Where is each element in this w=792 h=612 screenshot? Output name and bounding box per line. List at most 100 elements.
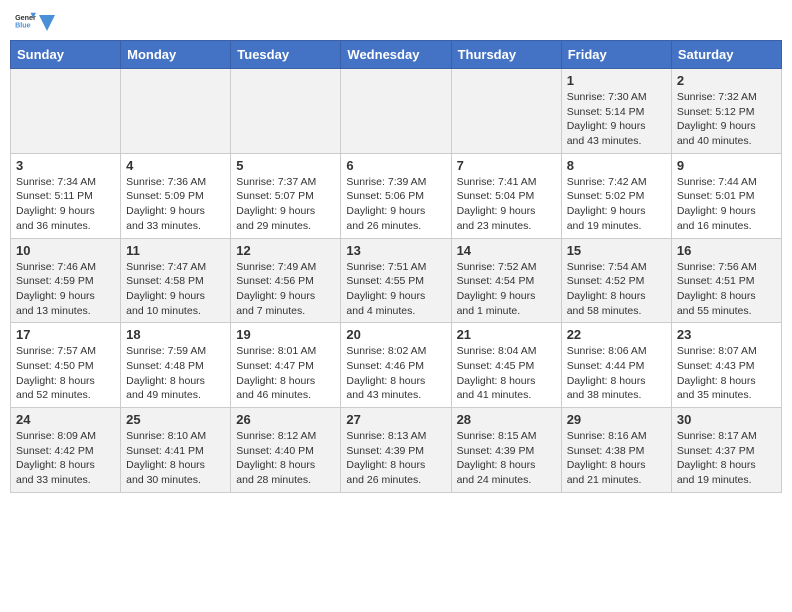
calendar-cell: 29 Sunrise: 8:16 AM Sunset: 4:38 PM Dayli… [561,408,671,493]
calendar-cell: 12Sunrise: 7:49 AM Sunset: 4:56 PM Dayli… [231,238,341,323]
calendar-cell: 1 Sunrise: 7:30 AM Sunset: 5:14 PM Daylig… [561,69,671,154]
day-info: Sunrise: 7:57 AM Sunset: 4:50 PM Dayligh… [16,344,115,403]
calendar-header-row: SundayMondayTuesdayWednesdayThursdayFrid… [11,41,782,69]
day-number: 15 [567,243,666,258]
day-info: Sunrise: 7:39 AM Sunset: 5:06 PM Dayligh… [346,175,445,234]
day-number: 7 [457,158,556,173]
day-number: 18 [126,327,225,342]
day-info: Sunrise: 7:59 AM Sunset: 4:48 PM Dayligh… [126,344,225,403]
header: General Blue [10,10,782,32]
day-number: 17 [16,327,115,342]
day-info: Sunrise: 8:06 AM Sunset: 4:44 PM Dayligh… [567,344,666,403]
day-number: 9 [677,158,776,173]
calendar-cell: 15 Sunrise: 7:54 AM Sunset: 4:52 PM Dayli… [561,238,671,323]
header-cell-thursday: Thursday [451,41,561,69]
calendar-cell [341,69,451,154]
calendar-cell: 4 Sunrise: 7:36 AM Sunset: 5:09 PM Daylig… [121,153,231,238]
day-info: Sunrise: 8:13 AM Sunset: 4:39 PM Dayligh… [346,429,445,488]
day-info: Sunrise: 8:15 AM Sunset: 4:39 PM Dayligh… [457,429,556,488]
header-cell-sunday: Sunday [11,41,121,69]
header-cell-friday: Friday [561,41,671,69]
calendar-cell: 17 Sunrise: 7:57 AM Sunset: 4:50 PM Dayli… [11,323,121,408]
calendar-cell: 2 Sunrise: 7:32 AM Sunset: 5:12 PM Daylig… [671,69,781,154]
day-number: 20 [346,327,445,342]
calendar-cell: 8 Sunrise: 7:42 AM Sunset: 5:02 PM Daylig… [561,153,671,238]
logo: General Blue [14,10,56,32]
day-number: 25 [126,412,225,427]
day-number: 14 [457,243,556,258]
calendar-cell: 10Sunrise: 7:46 AM Sunset: 4:59 PM Dayli… [11,238,121,323]
calendar-cell: 22 Sunrise: 8:06 AM Sunset: 4:44 PM Dayli… [561,323,671,408]
day-number: 23 [677,327,776,342]
calendar-cell [121,69,231,154]
calendar-cell: 14 Sunrise: 7:52 AM Sunset: 4:54 PM Dayli… [451,238,561,323]
calendar-cell: 16 Sunrise: 7:56 AM Sunset: 4:51 PM Dayli… [671,238,781,323]
header-cell-saturday: Saturday [671,41,781,69]
day-number: 30 [677,412,776,427]
day-info: Sunrise: 7:30 AM Sunset: 5:14 PM Dayligh… [567,90,666,149]
calendar-cell: 7Sunrise: 7:41 AM Sunset: 5:04 PM Daylig… [451,153,561,238]
calendar-week-5: 24 Sunrise: 8:09 AM Sunset: 4:42 PM Dayli… [11,408,782,493]
day-number: 5 [236,158,335,173]
day-info: Sunrise: 8:04 AM Sunset: 4:45 PM Dayligh… [457,344,556,403]
calendar-week-2: 3 Sunrise: 7:34 AM Sunset: 5:11 PM Daylig… [11,153,782,238]
day-info: Sunrise: 7:52 AM Sunset: 4:54 PM Dayligh… [457,260,556,319]
calendar-cell: 9 Sunrise: 7:44 AM Sunset: 5:01 PM Daylig… [671,153,781,238]
day-info: Sunrise: 8:01 AM Sunset: 4:47 PM Dayligh… [236,344,335,403]
logo-triangle [39,15,55,31]
day-info: Sunrise: 8:12 AM Sunset: 4:40 PM Dayligh… [236,429,335,488]
day-info: Sunrise: 7:34 AM Sunset: 5:11 PM Dayligh… [16,175,115,234]
day-info: Sunrise: 8:16 AM Sunset: 4:38 PM Dayligh… [567,429,666,488]
calendar-week-4: 17 Sunrise: 7:57 AM Sunset: 4:50 PM Dayli… [11,323,782,408]
calendar-table: SundayMondayTuesdayWednesdayThursdayFrid… [10,40,782,493]
day-number: 19 [236,327,335,342]
calendar-week-3: 10Sunrise: 7:46 AM Sunset: 4:59 PM Dayli… [11,238,782,323]
day-info: Sunrise: 7:54 AM Sunset: 4:52 PM Dayligh… [567,260,666,319]
calendar-cell: 11Sunrise: 7:47 AM Sunset: 4:58 PM Dayli… [121,238,231,323]
day-info: Sunrise: 7:42 AM Sunset: 5:02 PM Dayligh… [567,175,666,234]
calendar-cell: 6 Sunrise: 7:39 AM Sunset: 5:06 PM Daylig… [341,153,451,238]
day-info: Sunrise: 7:36 AM Sunset: 5:09 PM Dayligh… [126,175,225,234]
day-number: 22 [567,327,666,342]
day-number: 26 [236,412,335,427]
header-cell-monday: Monday [121,41,231,69]
day-number: 11 [126,243,225,258]
day-info: Sunrise: 7:44 AM Sunset: 5:01 PM Dayligh… [677,175,776,234]
day-number: 4 [126,158,225,173]
calendar-cell: 25 Sunrise: 8:10 AM Sunset: 4:41 PM Dayli… [121,408,231,493]
header-cell-wednesday: Wednesday [341,41,451,69]
calendar-cell: 20 Sunrise: 8:02 AM Sunset: 4:46 PM Dayli… [341,323,451,408]
calendar-cell: 13Sunrise: 7:51 AM Sunset: 4:55 PM Dayli… [341,238,451,323]
day-number: 2 [677,73,776,88]
day-info: Sunrise: 8:10 AM Sunset: 4:41 PM Dayligh… [126,429,225,488]
logo-icon: General Blue [14,10,36,32]
calendar-week-1: 1 Sunrise: 7:30 AM Sunset: 5:14 PM Daylig… [11,69,782,154]
calendar-cell [231,69,341,154]
day-info: Sunrise: 8:09 AM Sunset: 4:42 PM Dayligh… [16,429,115,488]
calendar-cell: 21Sunrise: 8:04 AM Sunset: 4:45 PM Dayli… [451,323,561,408]
day-number: 1 [567,73,666,88]
day-info: Sunrise: 7:32 AM Sunset: 5:12 PM Dayligh… [677,90,776,149]
day-number: 29 [567,412,666,427]
day-info: Sunrise: 7:56 AM Sunset: 4:51 PM Dayligh… [677,260,776,319]
calendar-cell: 19 Sunrise: 8:01 AM Sunset: 4:47 PM Dayli… [231,323,341,408]
calendar-cell: 28Sunrise: 8:15 AM Sunset: 4:39 PM Dayli… [451,408,561,493]
day-number: 13 [346,243,445,258]
day-info: Sunrise: 7:49 AM Sunset: 4:56 PM Dayligh… [236,260,335,319]
calendar-cell: 5Sunrise: 7:37 AM Sunset: 5:07 PM Daylig… [231,153,341,238]
day-info: Sunrise: 8:02 AM Sunset: 4:46 PM Dayligh… [346,344,445,403]
day-info: Sunrise: 8:07 AM Sunset: 4:43 PM Dayligh… [677,344,776,403]
calendar-cell: 26 Sunrise: 8:12 AM Sunset: 4:40 PM Dayli… [231,408,341,493]
calendar-cell [11,69,121,154]
day-number: 27 [346,412,445,427]
day-number: 24 [16,412,115,427]
day-number: 16 [677,243,776,258]
day-number: 8 [567,158,666,173]
day-info: Sunrise: 7:46 AM Sunset: 4:59 PM Dayligh… [16,260,115,319]
day-info: Sunrise: 8:17 AM Sunset: 4:37 PM Dayligh… [677,429,776,488]
calendar-cell: 24 Sunrise: 8:09 AM Sunset: 4:42 PM Dayli… [11,408,121,493]
calendar-cell: 30 Sunrise: 8:17 AM Sunset: 4:37 PM Dayli… [671,408,781,493]
day-number: 3 [16,158,115,173]
calendar-cell [451,69,561,154]
day-number: 6 [346,158,445,173]
